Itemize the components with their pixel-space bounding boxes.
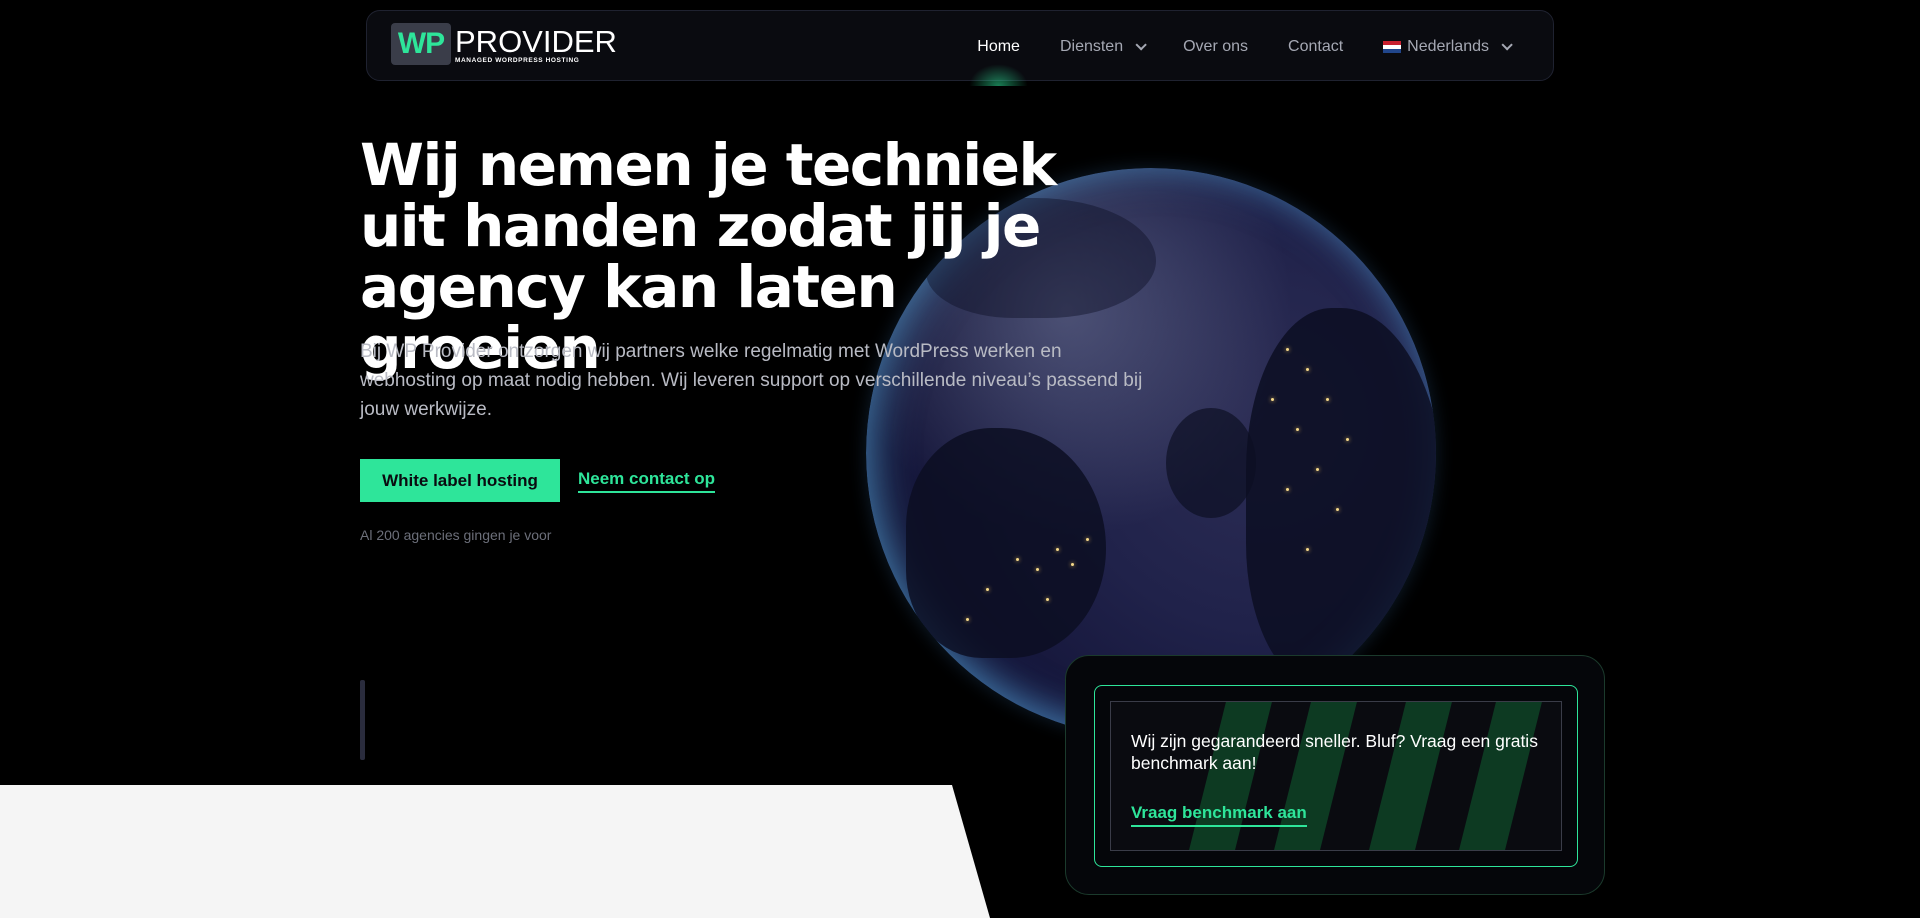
logo[interactable]: WP PROVIDER MANAGED WORDPRESS HOSTING bbox=[391, 23, 617, 65]
logo-mark: WP bbox=[391, 23, 451, 65]
flag-nl-icon bbox=[1383, 40, 1402, 53]
benchmark-link[interactable]: Vraag benchmark aan bbox=[1131, 803, 1307, 827]
language-selector[interactable]: Nederlands bbox=[1383, 38, 1513, 56]
hero-lead: Bij WP Provider ontzorgen wij partners w… bbox=[360, 341, 1143, 420]
scroll-indicator bbox=[360, 680, 365, 760]
chevron-down-icon bbox=[1501, 38, 1513, 51]
nav-item-diensten[interactable]: Diensten bbox=[1060, 38, 1147, 56]
decorative-stripe bbox=[1266, 702, 1362, 850]
next-section-panel bbox=[0, 785, 990, 918]
logo-name: PROVIDER bbox=[455, 24, 617, 59]
nav-item-home[interactable]: Home bbox=[977, 38, 1020, 56]
white-label-hosting-button[interactable]: White label hosting bbox=[360, 459, 560, 502]
decorative-stripe bbox=[1451, 702, 1547, 850]
main-navigation: WP PROVIDER MANAGED WORDPRESS HOSTING Ho… bbox=[366, 10, 1554, 81]
benchmark-card: Wij zijn gegarandeerd sneller. Bluf? Vra… bbox=[1065, 655, 1605, 895]
chevron-down-icon bbox=[1135, 38, 1147, 51]
agencies-count-text: Al 200 agencies gingen je voor bbox=[360, 527, 552, 543]
benchmark-text: Wij zijn gegarandeerd sneller. Bluf? Vra… bbox=[1131, 731, 1538, 773]
decorative-stripe bbox=[1361, 702, 1457, 850]
nav-item-over-ons[interactable]: Over ons bbox=[1183, 38, 1248, 56]
decorative-stripe bbox=[1181, 702, 1277, 850]
nav-item-contact[interactable]: Contact bbox=[1288, 38, 1343, 56]
contact-link[interactable]: Neem contact op bbox=[578, 469, 715, 493]
logo-tagline: MANAGED WORDPRESS HOSTING bbox=[455, 57, 580, 64]
nav-menu: Home Diensten Over ons Contact Nederland… bbox=[937, 11, 1513, 82]
